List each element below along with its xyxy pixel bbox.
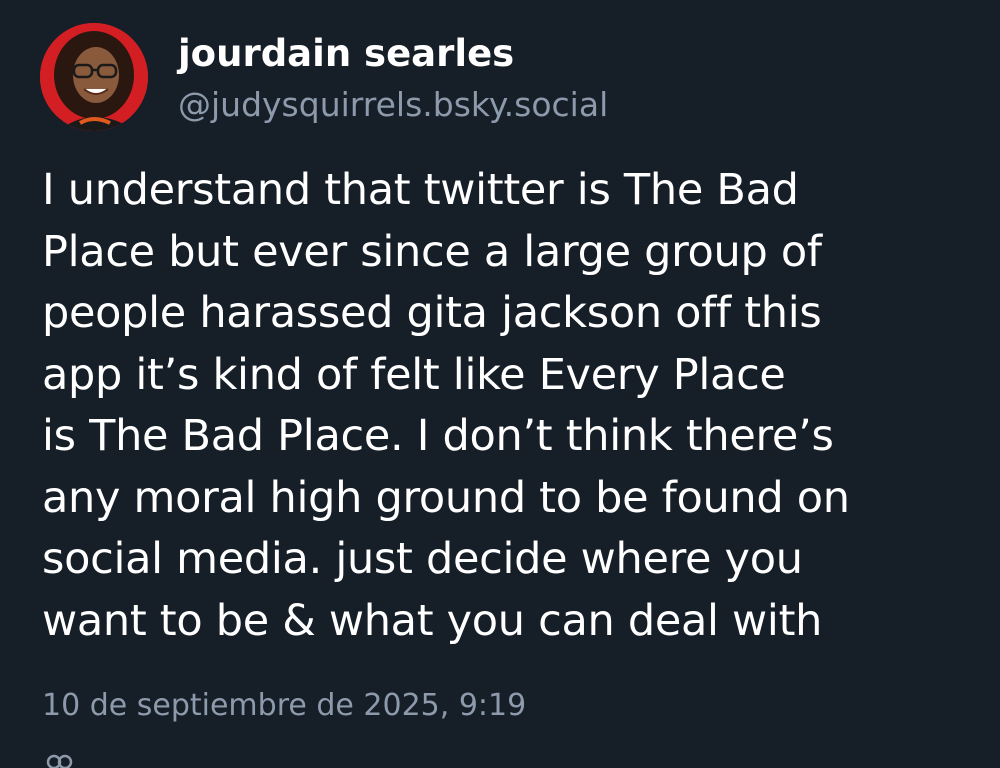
post-text-line: is The Bad Place. I don’t think there’s (42, 411, 834, 461)
post-text: I understand that twitter is The Bad Pla… (42, 160, 972, 652)
author-block: jourdain searles @judysquirrels.bsky.soc… (178, 28, 608, 130)
post-text-line: people harassed gita jackson off this (42, 288, 822, 338)
people-icon (46, 754, 73, 768)
post-text-line: any moral high ground to be found on (42, 472, 850, 523)
post-text-line: social media. just decide where you (42, 534, 803, 584)
post-detail: jourdain searles @judysquirrels.bsky.soc… (0, 0, 1000, 768)
author-handle[interactable]: @judysquirrels.bsky.social (178, 80, 608, 130)
post-text-line: app it’s kind of felt like Every Place (42, 349, 786, 400)
post-text-line: Place but ever since a large group of (42, 226, 822, 277)
author-avatar[interactable] (40, 23, 148, 131)
post-footer-row (42, 752, 992, 768)
author-display-name[interactable]: jourdain searles (178, 28, 608, 80)
avatar-photo (40, 23, 148, 131)
post-text-line: I understand that twitter is The Bad (42, 165, 799, 215)
post-text-line: want to be & what you can deal with (42, 595, 823, 646)
post-timestamp: 10 de septiembre de 2025, 9:19 (42, 688, 527, 723)
